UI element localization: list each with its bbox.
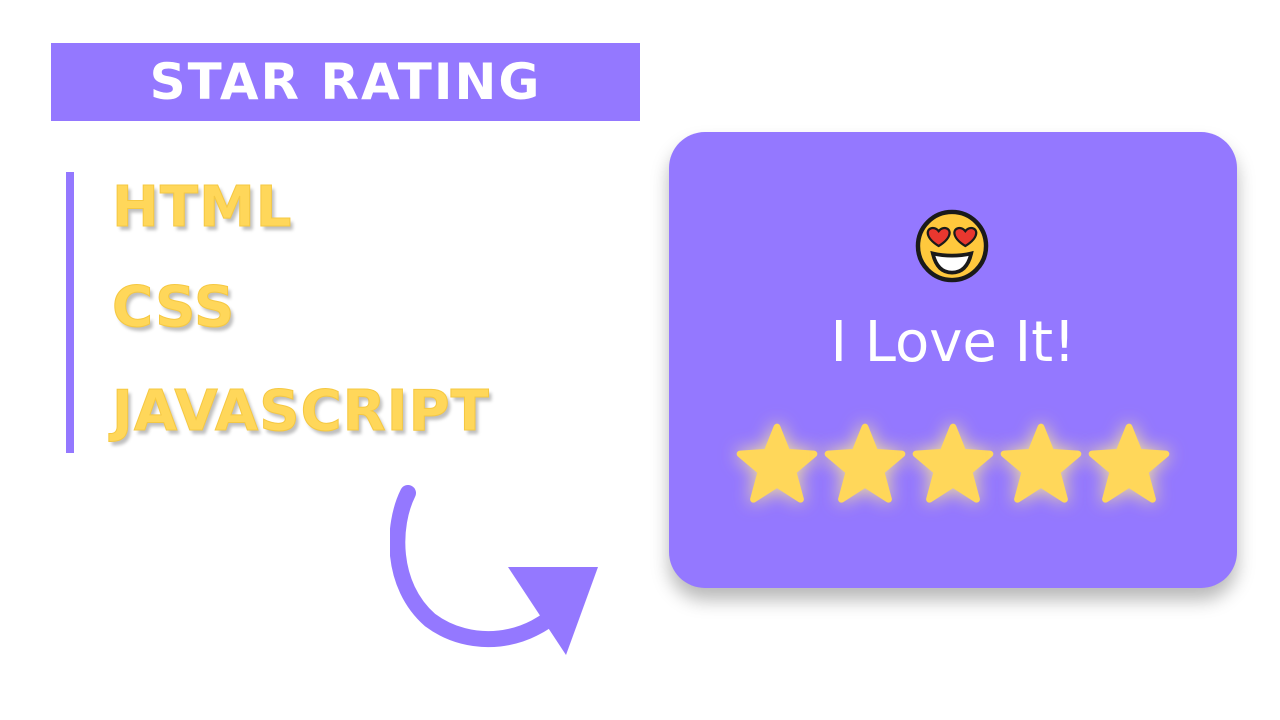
star-icon[interactable] <box>999 422 1083 506</box>
tech-list: HTML CSS JAVASCRIPT <box>66 172 489 453</box>
tech-item-html: HTML <box>111 175 293 240</box>
page-title: STAR RATING <box>149 53 542 111</box>
tech-item-javascript: JAVASCRIPT <box>112 379 490 444</box>
star-icon[interactable] <box>735 422 819 506</box>
curved-arrow-icon <box>390 485 598 655</box>
star-rating[interactable] <box>735 422 1171 506</box>
tech-item-css: CSS <box>111 275 236 340</box>
rating-label: I Love It! <box>830 310 1076 375</box>
star-icon[interactable] <box>1087 422 1171 506</box>
rating-card: I Love It! <box>669 132 1237 588</box>
title-banner: STAR RATING <box>51 43 640 121</box>
star-icon[interactable] <box>823 422 907 506</box>
heart-eyes-emoji-icon <box>915 209 989 283</box>
star-icon[interactable] <box>911 422 995 506</box>
